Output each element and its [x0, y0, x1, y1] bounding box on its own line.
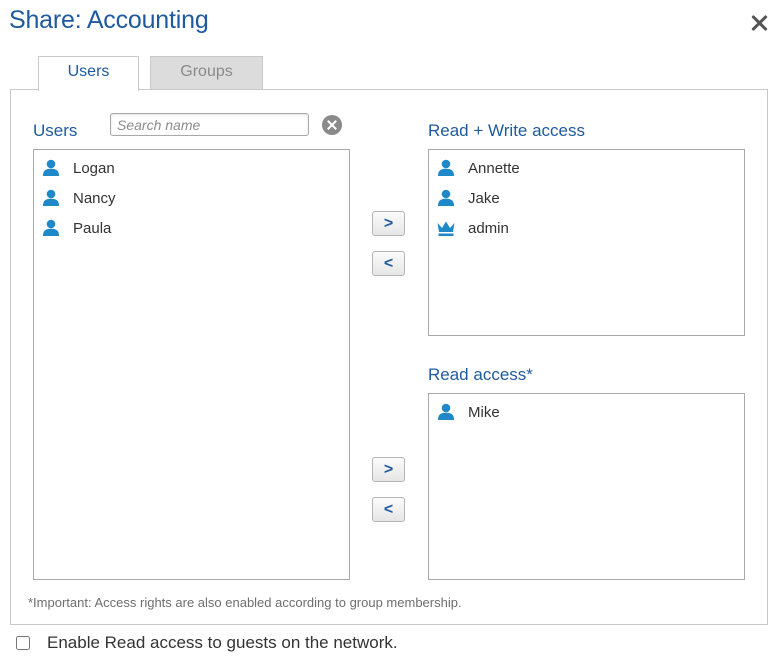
user-icon: [41, 189, 61, 207]
tab-groups[interactable]: Groups: [150, 56, 263, 90]
tab-users[interactable]: Users: [38, 56, 139, 91]
user-icon: [436, 189, 456, 207]
user-name: Logan: [73, 159, 115, 177]
user-icon: [436, 403, 456, 421]
remove-from-read-write-button[interactable]: <: [372, 251, 405, 276]
guest-access-row: Enable Read access to guests on the netw…: [16, 633, 398, 653]
read-write-listbox[interactable]: Annette Jake admin: [428, 149, 745, 336]
crown-icon: [436, 219, 456, 237]
search-input[interactable]: [110, 113, 309, 136]
guest-access-checkbox[interactable]: [16, 636, 30, 650]
clear-search-icon[interactable]: [322, 115, 342, 135]
list-item[interactable]: Mike: [429, 397, 744, 427]
read-access-label: Read access*: [428, 365, 533, 384]
footnote: *Important: Access rights are also enabl…: [28, 595, 462, 610]
user-icon: [41, 219, 61, 237]
user-name: admin: [468, 219, 509, 237]
close-icon[interactable]: [748, 12, 770, 34]
read-write-label: Read + Write access: [428, 121, 586, 140]
user-name: Mike: [468, 403, 500, 421]
list-item[interactable]: Nancy: [34, 183, 349, 213]
users-column-label: Users: [33, 121, 78, 140]
remove-from-read-button[interactable]: <: [372, 497, 405, 522]
user-icon: [41, 159, 61, 177]
user-name: Jake: [468, 189, 500, 207]
list-item[interactable]: Annette: [429, 153, 744, 183]
add-to-read-write-button[interactable]: >: [372, 211, 405, 236]
dialog-title: Share: Accounting: [9, 6, 209, 34]
list-item[interactable]: admin: [429, 213, 744, 243]
user-name: Annette: [468, 159, 520, 177]
read-access-listbox[interactable]: Mike: [428, 393, 745, 580]
user-icon: [436, 159, 456, 177]
list-item[interactable]: Paula: [34, 213, 349, 243]
add-to-read-button[interactable]: >: [372, 457, 405, 482]
users-listbox[interactable]: Logan Nancy Paula: [33, 149, 350, 580]
guest-access-label: Enable Read access to guests on the netw…: [47, 633, 398, 652]
user-name: Paula: [73, 219, 112, 237]
list-item[interactable]: Jake: [429, 183, 744, 213]
list-item[interactable]: Logan: [34, 153, 349, 183]
user-name: Nancy: [73, 189, 116, 207]
